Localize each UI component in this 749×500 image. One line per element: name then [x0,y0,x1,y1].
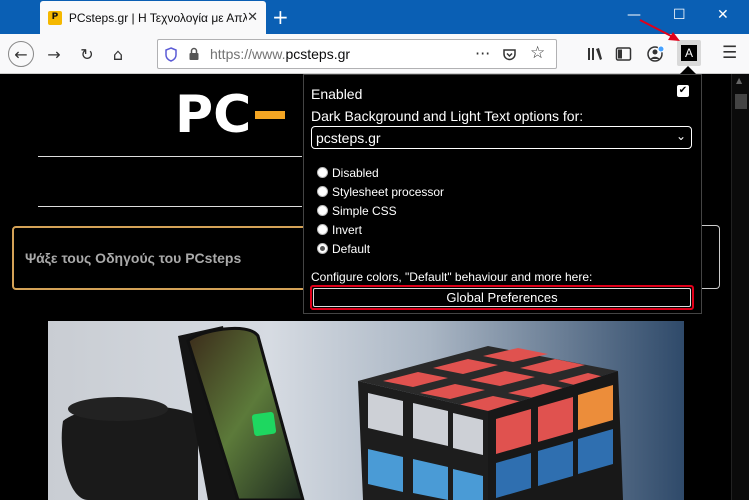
scrollbar-thumb[interactable] [735,94,747,109]
minimize-icon[interactable]: — [627,7,641,23]
maximize-icon[interactable]: ☐ [673,7,686,23]
mode-label-invert: Invert [332,223,363,237]
configure-label: Configure colors, "Default" behaviour an… [311,270,593,284]
mode-label-default: Default [332,242,371,256]
sidebar-icon[interactable] [615,46,632,62]
lock-icon[interactable] [188,47,200,61]
guides-search-box[interactable]: Ψάξε τους Οδηγούς του PCsteps [12,226,322,290]
battery-icon [251,411,277,437]
navigation-bar: ← → ↻ ⌂ https://www.pcsteps.gr ··· ☆ A ☰ [0,34,749,74]
url-prefix: https://www. [210,46,286,62]
global-preferences-button[interactable]: Global Preferences [313,288,691,307]
more-actions-icon[interactable]: ··· [475,44,490,63]
scroll-up-arrow-icon[interactable]: ▲ [736,76,742,85]
home-icon[interactable]: ⌂ [105,41,131,67]
extension-letter: A [684,46,693,60]
account-icon[interactable] [647,45,665,63]
dark-background-extension-button[interactable]: A [677,40,701,66]
logo-text: PC [175,88,251,138]
page-scrollbar[interactable]: ▲ [731,74,749,500]
global-preferences-label: Global Preferences [446,290,558,305]
site-select-value: pcsteps.gr [316,129,381,146]
url-domain: pcsteps.gr [285,46,351,62]
radio-simple-css[interactable] [317,205,328,216]
tab-pcsteps[interactable]: P PCsteps.gr | Η Τεχνολογία με Απλά Λόγι… [40,1,266,34]
plus-icon[interactable]: + [272,5,289,29]
browser-window: P PCsteps.gr | Η Τεχνολογία με Απλά Λόγι… [0,0,749,500]
reload-icon[interactable]: ↻ [74,41,100,67]
divider-line-bottom [38,206,302,207]
close-icon[interactable]: ✕ [247,10,258,25]
search-box-text: Ψάξε τους Οδηγούς του PCsteps [25,250,242,266]
options-label: Dark Background and Light Text options f… [311,108,584,124]
enabled-checkbox[interactable]: ✔ [677,85,689,97]
popup-pointer [680,66,696,74]
favicon-letter: P [51,12,59,22]
radio-invert[interactable] [317,224,328,235]
mode-label-simple-css: Simple CSS [332,204,397,218]
tab-bar: P PCsteps.gr | Η Τεχνολογία με Απλά Λόγι… [0,0,749,34]
chevron-down-icon: ⌄ [675,129,686,143]
back-arrow-icon[interactable]: ← [8,41,34,67]
window-close-icon[interactable]: ✕ [717,7,729,23]
logo-accent-bar [255,111,285,119]
charger-top [68,397,168,421]
hero-image[interactable] [48,321,684,500]
radio-disabled[interactable] [317,167,328,178]
bookmark-star-icon[interactable]: ☆ [530,43,545,63]
enabled-label: Enabled [311,86,363,102]
pcsteps-favicon-icon: P [48,10,62,25]
hero-illustration [61,326,623,500]
mode-label-disabled: Disabled [332,166,379,180]
pcsteps-logo[interactable]: PC [175,88,285,138]
forward-arrow-icon[interactable]: → [41,41,67,67]
address-bar[interactable]: https://www.pcsteps.gr ··· ☆ [157,39,557,69]
pocket-icon[interactable] [502,47,517,62]
site-select[interactable]: pcsteps.gr ⌄ [311,126,692,149]
global-preferences-highlight: Global Preferences [310,285,694,310]
library-icon[interactable] [587,46,604,62]
letter-a-icon: A [681,45,697,61]
radio-stylesheet-processor[interactable] [317,186,328,197]
url-text: https://www.pcsteps.gr [210,46,350,62]
hamburger-menu-icon[interactable]: ☰ [722,43,737,63]
checkmark-icon: ✔ [678,85,688,96]
divider-line-top [38,156,302,157]
mode-label-stylesheet: Stylesheet processor [332,185,445,199]
tab-title: PCsteps.gr | Η Τεχνολογία με Απλά Λόγια [68,10,248,25]
shield-icon[interactable] [164,46,178,62]
radio-default[interactable] [317,243,328,254]
